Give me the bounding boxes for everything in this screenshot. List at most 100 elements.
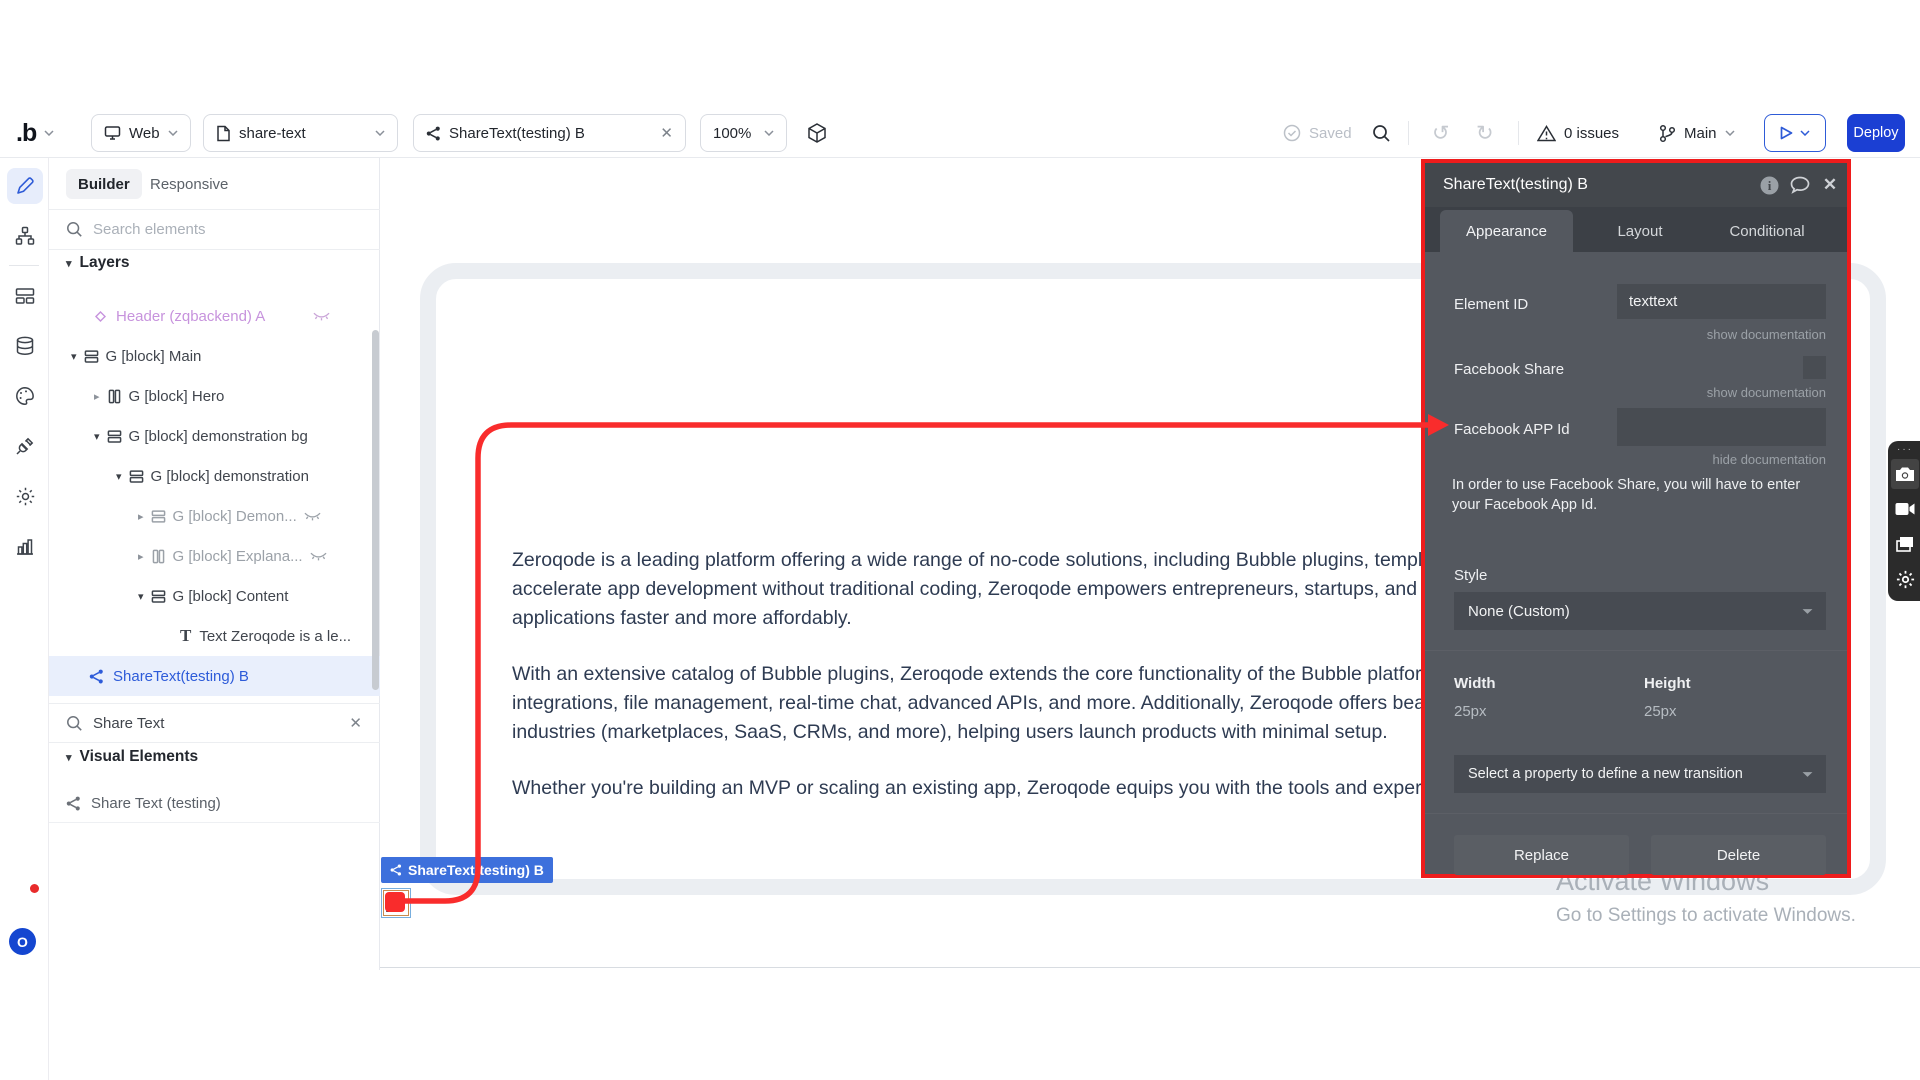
redo-button[interactable]: ↻ — [1476, 114, 1494, 152]
close-icon[interactable]: ✕ — [660, 124, 673, 142]
zoom-dropdown[interactable]: 100% — [700, 114, 787, 152]
layer-label: G [block] Demon... — [173, 508, 297, 525]
tab-layout[interactable]: Layout — [1580, 210, 1700, 252]
canvas-text-line: accelerate app development without tradi… — [512, 575, 1425, 604]
overlay-settings-button[interactable] — [1891, 565, 1919, 593]
layer-row-demonstration-bg[interactable]: ▾ G [block] demonstration bg — [49, 416, 380, 456]
layout-blocks-icon — [15, 286, 35, 306]
copy-window-button[interactable] — [1891, 531, 1919, 557]
layer-row-content[interactable]: ▾ G [block] Content — [49, 576, 380, 616]
user-avatar[interactable]: O — [9, 928, 36, 955]
facebook-share-checkbox[interactable] — [1803, 356, 1826, 379]
tab-responsive[interactable]: Responsive — [150, 169, 228, 199]
gear-icon — [15, 486, 36, 507]
layer-row-demonstration[interactable]: ▾ G [block] demonstration — [49, 456, 380, 496]
page-dropdown[interactable]: share-text — [203, 114, 398, 152]
delete-button[interactable]: Delete — [1651, 835, 1826, 875]
rail-logs-button[interactable] — [7, 528, 43, 564]
visual-elements-title: Visual Elements — [80, 748, 199, 766]
layer-row-explana-hidden[interactable]: ▸ G [block] Explana... — [49, 536, 380, 576]
palette-item-share-text[interactable]: Share Text (testing) — [49, 783, 380, 823]
canvas-text-block[interactable]: Zeroqode is a leading platform offering … — [512, 546, 1425, 803]
close-panel-button[interactable]: ✕ — [1819, 174, 1841, 196]
hide-documentation-link[interactable]: hide documentation — [1713, 452, 1826, 467]
overflow-dots-icon[interactable]: ··· — [1891, 444, 1919, 455]
reusable-diamond-icon — [93, 309, 108, 324]
layer-row-text[interactable]: T Text Zeroqode is a le... — [49, 616, 380, 656]
screenshot-camera-button[interactable] — [1891, 459, 1919, 489]
rail-settings-button[interactable] — [7, 478, 43, 514]
play-icon — [1780, 126, 1793, 140]
rows-block-icon — [151, 589, 166, 604]
dots-label: ··· — [1897, 444, 1913, 455]
caret-down-icon: ▾ — [116, 470, 122, 483]
layer-row-demon-hidden[interactable]: ▸ G [block] Demon... — [49, 496, 380, 536]
undo-button[interactable]: ↺ — [1432, 114, 1450, 152]
rail-design-button[interactable] — [7, 168, 43, 204]
search-elements-field[interactable]: Search elements — [49, 210, 380, 250]
share-text-search-field[interactable]: Share Text ✕ — [49, 703, 380, 743]
replace-button[interactable]: Replace — [1454, 835, 1629, 875]
facebook-app-id-input[interactable] — [1617, 408, 1826, 446]
rail-data-button[interactable] — [7, 328, 43, 364]
preview-button[interactable] — [1764, 114, 1826, 152]
element-id-input[interactable]: texttext — [1617, 284, 1826, 319]
layer-row-hero[interactable]: ▸ G [block] Hero — [49, 376, 380, 416]
style-label: Style — [1454, 567, 1487, 584]
monitor-icon — [104, 125, 121, 141]
info-button[interactable]: i — [1758, 174, 1780, 196]
page-icon — [216, 125, 231, 142]
bubble-logo[interactable]: .b — [16, 114, 54, 152]
component-cube-button[interactable] — [806, 114, 828, 152]
info-icon: i — [1760, 176, 1779, 195]
element-tab[interactable]: ShareText(testing) B ✕ — [413, 114, 686, 152]
tree-scrollbar[interactable] — [372, 330, 379, 690]
rail-divider — [9, 265, 39, 266]
activate-windows-subtext: Go to Settings to activate Windows. — [1556, 905, 1856, 927]
save-status-label: Saved — [1309, 125, 1352, 142]
tab-builder[interactable]: Builder — [66, 169, 142, 199]
style-dropdown[interactable]: None (Custom) — [1454, 592, 1826, 630]
screen-capture-overlay-toolbar: ··· — [1888, 441, 1920, 601]
layer-row-header[interactable]: Header (zqbackend) A — [49, 296, 380, 336]
tab-conditional[interactable]: Conditional — [1707, 210, 1827, 252]
visual-elements-section-header[interactable]: ▾ Visual Elements — [66, 748, 198, 766]
layers-section-header[interactable]: ▾ Layers — [66, 254, 130, 272]
record-video-button[interactable] — [1891, 496, 1919, 522]
deploy-button[interactable]: Deploy — [1847, 114, 1905, 152]
layer-label: G [block] Content — [173, 588, 289, 605]
undo-icon: ↺ — [1432, 121, 1450, 146]
branch-selector[interactable]: Main — [1659, 114, 1735, 152]
rows-block-icon — [107, 429, 122, 444]
show-documentation-link[interactable]: show documentation — [1707, 385, 1826, 400]
show-documentation-link[interactable]: show documentation — [1707, 327, 1826, 342]
share-icon — [89, 669, 104, 684]
property-panel-titlebar[interactable]: ShareText(testing) B — [1425, 163, 1847, 207]
property-editor-panel: ShareText(testing) B i ✕ Appearance Layo… — [1421, 159, 1851, 878]
transition-dropdown[interactable]: Select a property to define a new transi… — [1454, 755, 1826, 793]
layer-label: ShareText(testing) B — [113, 668, 249, 685]
issues-indicator[interactable]: 0 issues — [1537, 114, 1619, 152]
plug-icon — [15, 436, 35, 456]
canvas-text-line: applications faster and more affordably. — [512, 604, 1425, 633]
layer-row-sharetext-selected[interactable]: ShareText(testing) B — [49, 656, 380, 696]
facebook-app-id-label: Facebook APP Id — [1454, 421, 1570, 438]
platform-dropdown[interactable]: Web — [91, 114, 191, 152]
layer-row-main[interactable]: ▾ G [block] Main — [49, 336, 380, 376]
rail-plugins-button[interactable] — [7, 428, 43, 464]
clear-search-icon[interactable]: ✕ — [349, 714, 362, 732]
rail-workflow-button[interactable] — [7, 218, 43, 254]
search-button[interactable] — [1372, 114, 1391, 152]
tab-appearance[interactable]: Appearance — [1440, 210, 1573, 252]
panel-divider — [1425, 813, 1847, 814]
camera-icon — [1895, 466, 1915, 482]
rail-components-button[interactable] — [7, 278, 43, 314]
layer-label: G [block] demonstration bg — [129, 428, 308, 445]
rail-styles-button[interactable] — [7, 378, 43, 414]
canvas-text-line: industries (marketplaces, SaaS, CRMs, an… — [512, 718, 1425, 747]
sharetext-canvas-element[interactable]: 10 — [381, 888, 411, 918]
layer-label: Header (zqbackend) A — [116, 308, 265, 325]
save-status: Saved — [1283, 114, 1352, 152]
comment-button[interactable] — [1789, 174, 1811, 196]
chevron-down-icon — [44, 130, 54, 136]
